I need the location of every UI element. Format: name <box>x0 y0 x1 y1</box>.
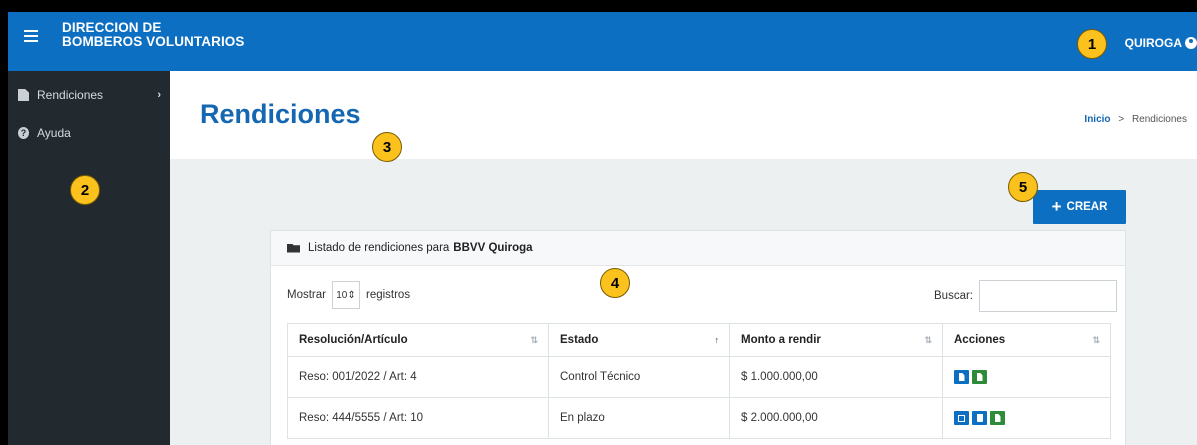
brand-line-2: BOMBEROS VOLUNTARIOS <box>62 34 245 49</box>
cell-amount: $ 2.000.000,00 <box>729 397 943 439</box>
search-label: Buscar: <box>934 290 973 302</box>
breadcrumb: Inicio > Rendiciones <box>1084 114 1187 125</box>
document-icon <box>976 373 983 381</box>
report-document-button[interactable] <box>972 370 987 384</box>
brand-title[interactable]: DIRECCION DE BOMBEROS VOLUNTARIOS <box>62 21 245 49</box>
cell-amount: $ 1.000.000,00 <box>729 356 943 398</box>
rendiciones-panel: Listado de rendiciones para BBVV Quiroga… <box>270 230 1126 445</box>
column-header-status[interactable]: Estado ↑ <box>548 323 730 357</box>
panel-header: Listado de rendiciones para BBVV Quiroga <box>271 231 1125 266</box>
sidebar: Rendiciones › ? Ayuda <box>8 71 170 445</box>
page-length-select[interactable]: 10 ⇕ <box>331 281 360 309</box>
column-header-resolution[interactable]: Resolución/Artículo ⇅ <box>287 323 549 357</box>
top-navbar: DIRECCION DE BOMBEROS VOLUNTARIOS QUIROG… <box>8 12 1197 71</box>
cell-actions <box>942 356 1111 398</box>
app-frame: DIRECCION DE BOMBEROS VOLUNTARIOS QUIROG… <box>8 12 1197 445</box>
search-control: Buscar: <box>934 280 1117 312</box>
panel-title-prefix: Listado de rendiciones para <box>308 242 450 254</box>
table-header-row: Resolución/Artículo ⇅ Estado ↑ Monto a ren… <box>287 323 1111 357</box>
sort-icon: ⇅ <box>924 335 932 345</box>
report-document-button[interactable] <box>990 411 1005 425</box>
column-header-label: Acciones <box>954 334 1006 346</box>
page-title: Rendiciones <box>200 99 361 129</box>
column-header-label: Monto a rendir <box>741 334 821 346</box>
user-icon <box>1185 37 1197 49</box>
sort-ascending-icon: ↑ <box>714 335 720 345</box>
annotation-badge-1: 1 <box>1077 29 1107 59</box>
annotation-badge-5: 5 <box>1008 172 1038 202</box>
folder-icon <box>287 243 300 253</box>
user-menu[interactable]: QUIROGA <box>1125 36 1197 50</box>
annotation-badge-2: 2 <box>70 175 100 205</box>
help-icon: ? <box>18 127 29 139</box>
breadcrumb-home-link[interactable]: Inicio <box>1084 114 1110 125</box>
breadcrumb-current: Rendiciones <box>1131 114 1187 125</box>
plus-icon: + <box>1051 197 1062 216</box>
page-length-control: Mostrar 10 ⇕ registros <box>287 281 410 309</box>
page-length-value: 10 <box>336 289 348 301</box>
sidebar-item-rendiciones[interactable]: Rendiciones › <box>8 75 170 115</box>
table-row: Reso: 444/5555 / Art: 10 En plazo $ 2.00… <box>287 397 1111 439</box>
annotation-badge-4: 4 <box>600 268 630 298</box>
menu-icon[interactable] <box>24 30 38 42</box>
column-header-amount[interactable]: Monto a rendir ⇅ <box>729 323 943 357</box>
sort-icon: ⇅ <box>1092 335 1100 345</box>
brand-line-1: DIRECCION DE <box>62 20 162 35</box>
delete-button[interactable] <box>972 411 987 425</box>
content-header: Rendiciones Inicio > Rendiciones <box>170 71 1197 159</box>
edit-button[interactable] <box>954 411 969 425</box>
column-header-label: Estado <box>560 334 599 346</box>
select-arrow-icon: ⇕ <box>347 289 356 301</box>
document-icon <box>994 414 1001 422</box>
create-button-label: CREAR <box>1066 201 1108 213</box>
show-label: Mostrar <box>287 289 326 301</box>
sidebar-item-ayuda[interactable]: ? Ayuda <box>8 113 170 153</box>
sidebar-item-label: Rendiciones <box>37 88 104 102</box>
breadcrumb-separator: > <box>1118 114 1125 125</box>
cell-resolution: Reso: 001/2022 / Art: 4 <box>287 356 549 398</box>
column-header-label: Resolución/Artículo <box>299 334 408 346</box>
document-icon <box>18 89 29 101</box>
cell-status: En plazo <box>548 397 730 439</box>
create-button[interactable]: + CREAR <box>1033 190 1126 224</box>
table-row: Reso: 001/2022 / Art: 4 Control Técnico … <box>287 356 1111 398</box>
sidebar-item-label: Ayuda <box>37 126 71 140</box>
trash-icon <box>976 414 983 422</box>
chevron-right-icon: › <box>157 89 161 101</box>
user-name: QUIROGA <box>1124 36 1182 50</box>
sort-icon: ⇅ <box>530 335 538 345</box>
column-header-actions[interactable]: Acciones ⇅ <box>942 323 1111 357</box>
panel-title-entity: BBVV Quiroga <box>453 242 533 254</box>
edit-icon <box>958 414 965 422</box>
cell-actions <box>942 397 1111 439</box>
document-icon <box>958 373 965 381</box>
search-input[interactable] <box>979 280 1117 312</box>
view-document-button[interactable] <box>954 370 969 384</box>
rendiciones-table: Resolución/Artículo ⇅ Estado ↑ Monto a ren… <box>287 323 1111 439</box>
cell-resolution: Reso: 444/5555 / Art: 10 <box>287 397 549 439</box>
records-label: registros <box>365 289 411 301</box>
cell-status: Control Técnico <box>548 356 730 398</box>
annotation-badge-3: 3 <box>372 132 402 162</box>
